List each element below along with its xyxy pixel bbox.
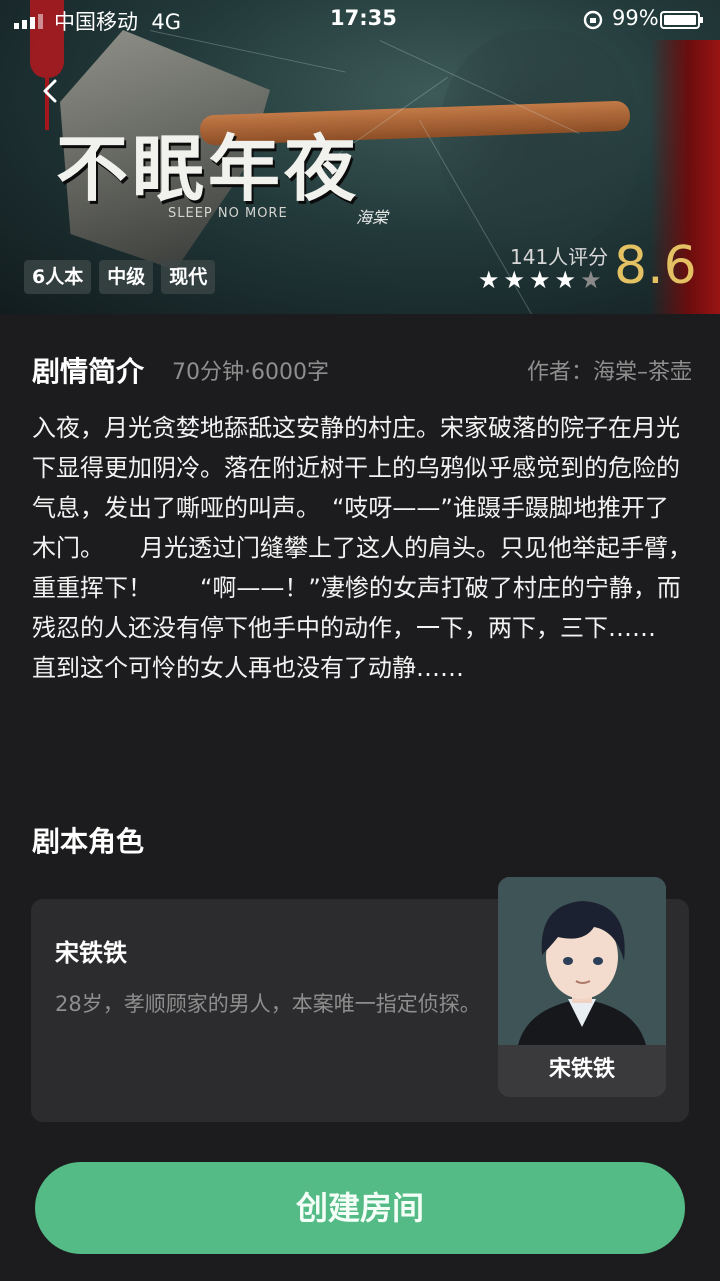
synopsis-title: 剧情简介	[32, 355, 145, 388]
script-title: 不眠年夜	[56, 126, 361, 211]
battery-percent: 99%	[612, 6, 659, 30]
rating-score: 8.6	[614, 236, 697, 296]
carrier-label: 中国移动 4G	[54, 10, 181, 34]
tag-difficulty: 中级	[99, 260, 154, 294]
synopsis-meta: 70分钟·6000字	[172, 360, 329, 385]
star-rating: ★ ★ ★ ★ ★	[478, 265, 602, 295]
tag-players: 6人本	[24, 260, 92, 294]
synopsis-header: 剧情简介 70分钟·6000字 作者：海棠–茶壶	[32, 350, 692, 390]
tag-list: 6人本 中级 现代	[24, 260, 216, 294]
signal-icon	[14, 14, 43, 29]
rotation-lock-icon	[583, 10, 603, 30]
script-subtitle: SLEEP NO MORE	[168, 206, 288, 221]
roles-title: 剧本角色	[32, 825, 145, 858]
status-bar: 中国移动 4G 17:35 99%	[0, 0, 720, 40]
role-avatar-card[interactable]: 宋铁铁	[498, 877, 666, 1097]
synopsis-text: 入夜，月光贪婪地舔舐这安静的村庄。宋家破落的院子在月光下显得更加阴冷。落在附近树…	[32, 414, 704, 682]
ghost-hand-image	[440, 30, 640, 250]
star-icon: ★	[554, 266, 577, 294]
author-label: 作者：海棠–茶壶	[526, 360, 692, 385]
star-icon: ★	[503, 266, 526, 294]
star-icon: ★	[478, 266, 500, 294]
avatar	[498, 877, 666, 1045]
author-signature: 海棠	[356, 208, 389, 227]
avatar-label: 宋铁铁	[548, 1057, 615, 1082]
star-icon: ★	[529, 266, 551, 294]
cover-banner: 不眠年夜 SLEEP NO MORE 海棠 6人本 中级 现代 141人评分 ★…	[0, 0, 720, 314]
chevron-left-icon[interactable]	[38, 78, 64, 104]
tag-genre: 现代	[161, 260, 216, 294]
role-description: 28岁，孝顺顾家的男人，本案唯一指定侦探。	[55, 992, 481, 1016]
battery-icon	[660, 11, 703, 29]
star-empty-icon: ★	[580, 266, 602, 294]
role-name: 宋铁铁	[55, 939, 127, 967]
create-room-button[interactable]: 创建房间	[35, 1162, 685, 1254]
clock: 17:35	[330, 6, 397, 30]
